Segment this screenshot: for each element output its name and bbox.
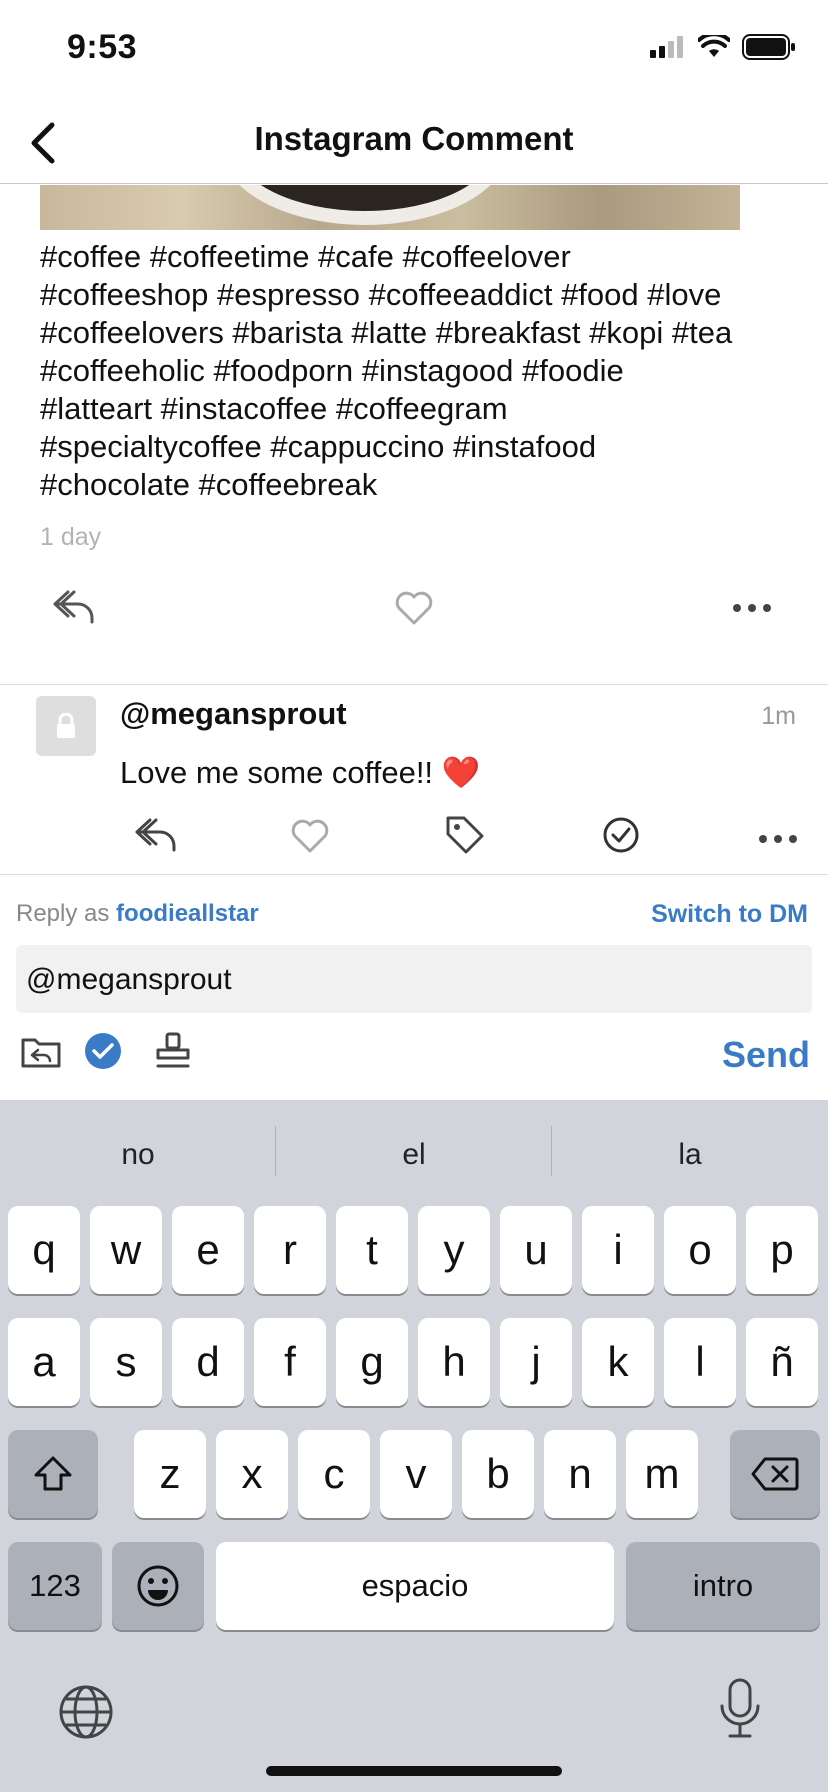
avatar: [36, 696, 96, 756]
key[interactable]: z: [134, 1430, 206, 1518]
key[interactable]: v: [380, 1430, 452, 1518]
key[interactable]: b: [462, 1430, 534, 1518]
heart-icon: [395, 591, 433, 625]
divider: [0, 684, 828, 685]
comment-timestamp: 1m: [761, 702, 796, 730]
numbers-key[interactable]: 123: [8, 1542, 102, 1630]
stamp-icon: [156, 1032, 190, 1068]
more-icon: [733, 604, 771, 612]
key[interactable]: y: [418, 1206, 490, 1294]
key[interactable]: p: [746, 1206, 818, 1294]
home-indicator: [266, 1766, 562, 1776]
comment-like-button[interactable]: [290, 818, 330, 859]
reply-account-handle[interactable]: foodieallstar: [116, 900, 259, 927]
post-caption: #coffee #coffeetime #cafe #coffeelover #…: [40, 238, 800, 504]
comment-text: Love me some coffee!! ❤️: [120, 755, 481, 790]
post-actions: [0, 580, 828, 640]
key[interactable]: t: [336, 1206, 408, 1294]
check-circle-filled-icon: [85, 1033, 121, 1069]
comment-username[interactable]: @megansprout: [120, 696, 347, 732]
caption-line: #coffeeholic #foodporn #instagood #foodi…: [40, 353, 624, 388]
mark-complete-toggle[interactable]: [84, 1032, 122, 1075]
send-button[interactable]: Send: [722, 1034, 810, 1076]
key[interactable]: x: [216, 1430, 288, 1518]
nav-bar: Instagram Comment: [0, 100, 828, 184]
back-button[interactable]: [18, 118, 68, 168]
attach-button[interactable]: [20, 1034, 62, 1075]
tag-icon: [446, 816, 484, 854]
space-key[interactable]: espacio: [216, 1542, 614, 1630]
caption-line: #latteart #instacoffee #coffeegram: [40, 391, 508, 426]
suggestion-3[interactable]: la: [552, 1130, 828, 1180]
suggestion-1[interactable]: no: [0, 1130, 276, 1180]
battery-icon: [742, 34, 795, 60]
shift-key[interactable]: [8, 1430, 98, 1518]
post-reply-button[interactable]: [52, 588, 96, 631]
post-image: [40, 185, 740, 230]
return-key[interactable]: intro: [626, 1542, 820, 1630]
lock-icon: [57, 713, 75, 738]
approval-button[interactable]: [154, 1032, 192, 1075]
reply-as-label: Reply as foodieallstar: [16, 900, 259, 928]
microphone-icon: [720, 1678, 760, 1738]
caption-line: #coffee #coffeetime #cafe #coffeelover: [40, 239, 571, 274]
backspace-icon: [751, 1457, 799, 1491]
post-more-button[interactable]: [732, 600, 772, 618]
delete-key[interactable]: [730, 1430, 820, 1518]
reply-icon: [53, 590, 94, 624]
key[interactable]: r: [254, 1206, 326, 1294]
dictation-button[interactable]: [718, 1678, 762, 1745]
key[interactable]: n: [544, 1430, 616, 1518]
key[interactable]: q: [8, 1206, 80, 1294]
key[interactable]: c: [298, 1430, 370, 1518]
key[interactable]: g: [336, 1318, 408, 1406]
comment-reply-button[interactable]: [134, 816, 178, 859]
caption-line: #coffeeshop #espresso #coffeeaddict #foo…: [40, 277, 722, 312]
more-icon: [759, 835, 797, 843]
folder-reply-icon: [21, 1038, 61, 1068]
comment-tag-button[interactable]: [444, 814, 486, 861]
globe-icon: [59, 1685, 113, 1739]
page-title: Instagram Comment: [254, 120, 574, 157]
divider: [0, 874, 828, 875]
key[interactable]: d: [172, 1318, 244, 1406]
shift-icon: [34, 1456, 72, 1491]
key[interactable]: a: [8, 1318, 80, 1406]
reply-as-prefix: Reply as: [16, 900, 110, 927]
key[interactable]: o: [664, 1206, 736, 1294]
caption-line: #coffeelovers #barista #latte #breakfast…: [40, 315, 733, 350]
key[interactable]: s: [90, 1318, 162, 1406]
key[interactable]: u: [500, 1206, 572, 1294]
reply-icon: [135, 818, 176, 852]
signal-icon: [650, 36, 683, 58]
emoji-icon: [137, 1565, 179, 1607]
caption-line: #specialtycoffee #cappuccino #instafood: [40, 429, 597, 464]
post-like-button[interactable]: [394, 590, 434, 631]
check-circle-icon: [603, 817, 639, 853]
status-icons: [650, 34, 796, 60]
suggestion-2[interactable]: el: [276, 1130, 552, 1180]
status-time: 9:53: [67, 28, 138, 66]
switch-to-dm-link[interactable]: Switch to DM: [651, 900, 808, 929]
key[interactable]: e: [172, 1206, 244, 1294]
comment-complete-button[interactable]: [602, 816, 640, 859]
key[interactable]: k: [582, 1318, 654, 1406]
key[interactable]: i: [582, 1206, 654, 1294]
key[interactable]: h: [418, 1318, 490, 1406]
chevron-left-icon: [31, 122, 55, 164]
key[interactable]: j: [500, 1318, 572, 1406]
key[interactable]: w: [90, 1206, 162, 1294]
key[interactable]: l: [664, 1318, 736, 1406]
key[interactable]: m: [626, 1430, 698, 1518]
key[interactable]: ñ: [746, 1318, 818, 1406]
reply-input[interactable]: @megansprout: [16, 945, 812, 1013]
emoji-key[interactable]: [112, 1542, 204, 1630]
heart-icon: [291, 819, 329, 853]
caption-line: #chocolate #coffeebreak: [40, 467, 378, 502]
globe-button[interactable]: [58, 1684, 114, 1745]
wifi-icon: [698, 35, 730, 57]
key[interactable]: f: [254, 1318, 326, 1406]
comment-more-button[interactable]: [758, 831, 798, 849]
post-timestamp: 1 day: [40, 523, 102, 551]
